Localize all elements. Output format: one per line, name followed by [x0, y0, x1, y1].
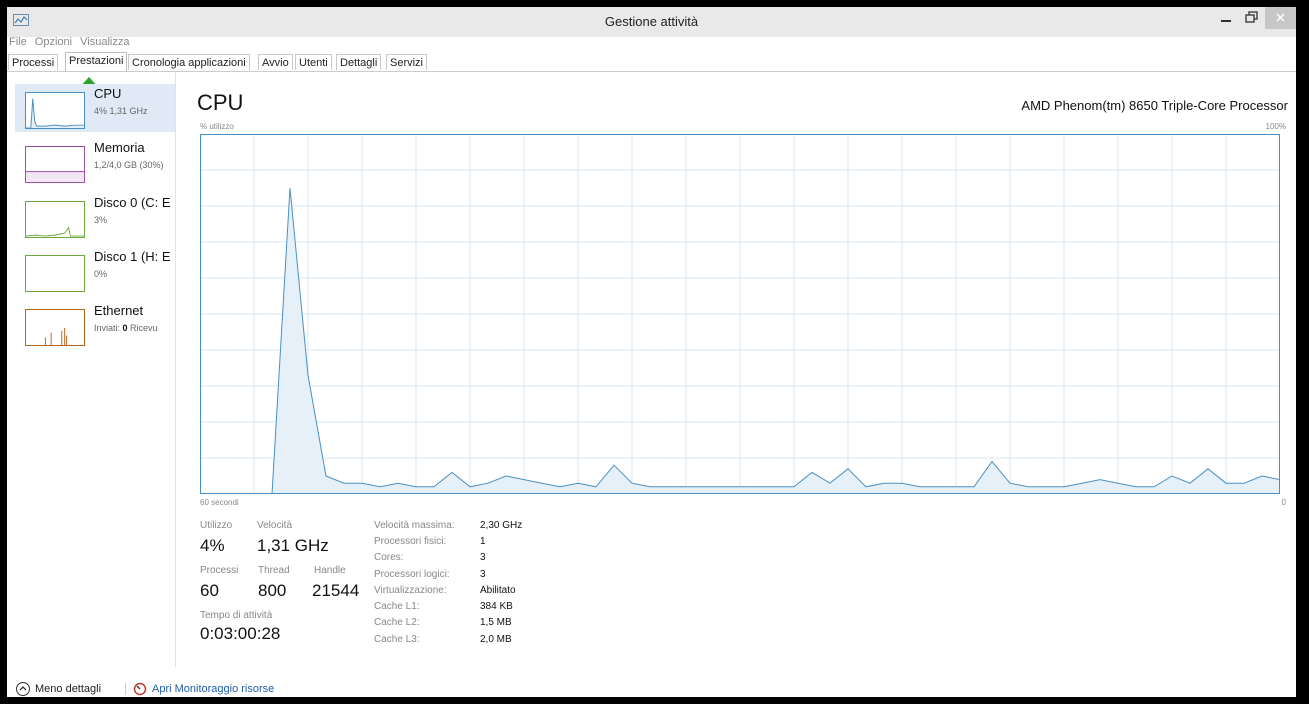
menu-visualizza[interactable]: Visualizza [78, 36, 132, 48]
y-axis-max: 100% [1265, 122, 1286, 131]
sidebar-item-subtitle: 3% [94, 215, 108, 225]
tab-servizi[interactable]: Servizi [386, 54, 428, 70]
sidebar-item-memoria[interactable]: Memoria 1,2/4,0 GB (30%) [15, 138, 175, 186]
x-axis-left-label: 60 secondi [200, 498, 239, 507]
sidebar-item-title: Memoria [94, 140, 145, 155]
minimize-button[interactable] [1213, 7, 1239, 29]
sidebar-item-title: Disco 1 (H: E [94, 249, 171, 264]
sidebar-item-disco-1[interactable]: Disco 1 (H: E 0% [15, 247, 175, 295]
close-icon [1276, 13, 1285, 22]
info-value: 3 [480, 552, 486, 563]
info-value: 2,0 MB [480, 634, 512, 645]
ethernet-thumbnail-graph [25, 309, 85, 346]
open-resource-monitor-link[interactable]: Apri Monitoraggio risorse [133, 681, 274, 697]
processi-label: Processi [200, 565, 239, 576]
tab-processi[interactable]: Processi [8, 54, 59, 70]
handle-label: Handle [314, 565, 346, 576]
info-label: Cache L1: [374, 601, 420, 612]
tab-utenti[interactable]: Utenti [295, 54, 332, 70]
sidebar-item-cpu[interactable]: CPU 4% 1,31 GHz [15, 84, 175, 132]
velocita-label: Velocità [257, 520, 293, 531]
info-label: Velocità massima: [374, 520, 455, 531]
sidebar-item-subtitle: 1,2/4,0 GB (30%) [94, 160, 164, 170]
footer: Meno dettagli Apri Monitoraggio risorse [7, 681, 1296, 697]
menu-file[interactable]: File [7, 36, 30, 48]
disk1-thumbnail-graph [25, 255, 85, 292]
info-value: 2,30 GHz [480, 520, 523, 531]
info-value: 3 [480, 569, 486, 580]
footer-divider [125, 683, 126, 695]
task-manager-window: Gestione attività File Opzioni Visualizz… [7, 7, 1296, 697]
tab-avvio[interactable]: Avvio [258, 54, 293, 70]
info-value: 384 KB [480, 601, 513, 612]
performance-sidebar: CPU 4% 1,31 GHz Memoria 1,2/4,0 GB (30%)… [7, 72, 176, 667]
thread-value: 800 [258, 581, 287, 600]
chevron-up-icon [16, 682, 30, 696]
close-button[interactable] [1265, 7, 1296, 29]
sidebar-item-subtitle: 0% [94, 269, 108, 279]
info-label: Cache L3: [374, 634, 420, 645]
info-label: Cores: [374, 552, 404, 563]
less-details-label: Meno dettagli [35, 683, 102, 695]
info-label: Processori fisici: [374, 536, 447, 547]
maximize-button[interactable] [1239, 7, 1265, 29]
ethernet-sent-label: Inviati: [94, 323, 123, 333]
velocita-value: 1,31 GHz [257, 536, 329, 555]
uptime-value: 0:03:00:28 [200, 624, 281, 643]
ethernet-received-label: Ricevu [127, 323, 158, 333]
tab-dettagli[interactable]: Dettagli [336, 54, 382, 70]
menu-bar: File Opzioni Visualizza [7, 36, 132, 52]
disk0-thumbnail-graph [25, 201, 85, 238]
sidebar-item-subtitle: 4% 1,31 GHz [94, 106, 148, 116]
processor-name: AMD Phenom(tm) 8650 Triple-Core Processo… [1021, 98, 1288, 113]
thread-label: Thread [258, 565, 290, 576]
menu-opzioni[interactable]: Opzioni [33, 36, 75, 48]
info-label: Cache L2: [374, 617, 420, 628]
processi-value: 60 [200, 581, 219, 600]
sidebar-item-disco-0[interactable]: Disco 0 (C: E 3% [15, 193, 175, 241]
sidebar-item-title: Ethernet [94, 303, 144, 318]
uptime-label: Tempo di attività [200, 610, 273, 621]
page-title: CPU [197, 90, 244, 115]
less-details-button[interactable]: Meno dettagli [16, 681, 101, 697]
info-label: Virtualizzazione: [374, 585, 447, 596]
info-label: Processori logici: [374, 569, 450, 580]
sidebar-item-title: CPU [94, 86, 122, 101]
open-resource-monitor-label: Apri Monitoraggio risorse [152, 683, 275, 695]
minimize-icon [1221, 20, 1231, 22]
info-value: 1 [480, 536, 486, 547]
tab-cronologia-applicazioni[interactable]: Cronologia applicazioni [128, 54, 250, 70]
cpu-thumbnail-graph [25, 92, 85, 129]
y-axis-label: % utilizzo [200, 122, 234, 131]
resource-monitor-icon [133, 682, 147, 696]
utilizzo-label: Utilizzo [200, 520, 233, 531]
sidebar-item-subtitle: Inviati: 0 Ricevu [94, 323, 175, 333]
sidebar-item-ethernet[interactable]: Ethernet Inviati: 0 Ricevu [15, 301, 175, 349]
handle-value: 21544 [312, 581, 360, 600]
sidebar-item-title: Disco 0 (C: E [94, 195, 171, 210]
x-axis-right-label: 0 [1281, 498, 1286, 507]
info-value: Abilitato [480, 585, 516, 596]
title-bar: Gestione attività [7, 7, 1296, 37]
memory-thumbnail-graph [25, 146, 85, 183]
info-value: 1,5 MB [480, 617, 512, 628]
restore-icon [1245, 11, 1258, 23]
chart-grid [200, 134, 1280, 494]
window-title: Gestione attività [604, 14, 699, 29]
tab-strip: Processi Prestazioni Cronologia applicaz… [7, 52, 1296, 72]
utilizzo-value: 4% [200, 536, 225, 555]
cpu-usage-chart [200, 134, 1280, 494]
tab-prestazioni[interactable]: Prestazioni [65, 52, 128, 71]
